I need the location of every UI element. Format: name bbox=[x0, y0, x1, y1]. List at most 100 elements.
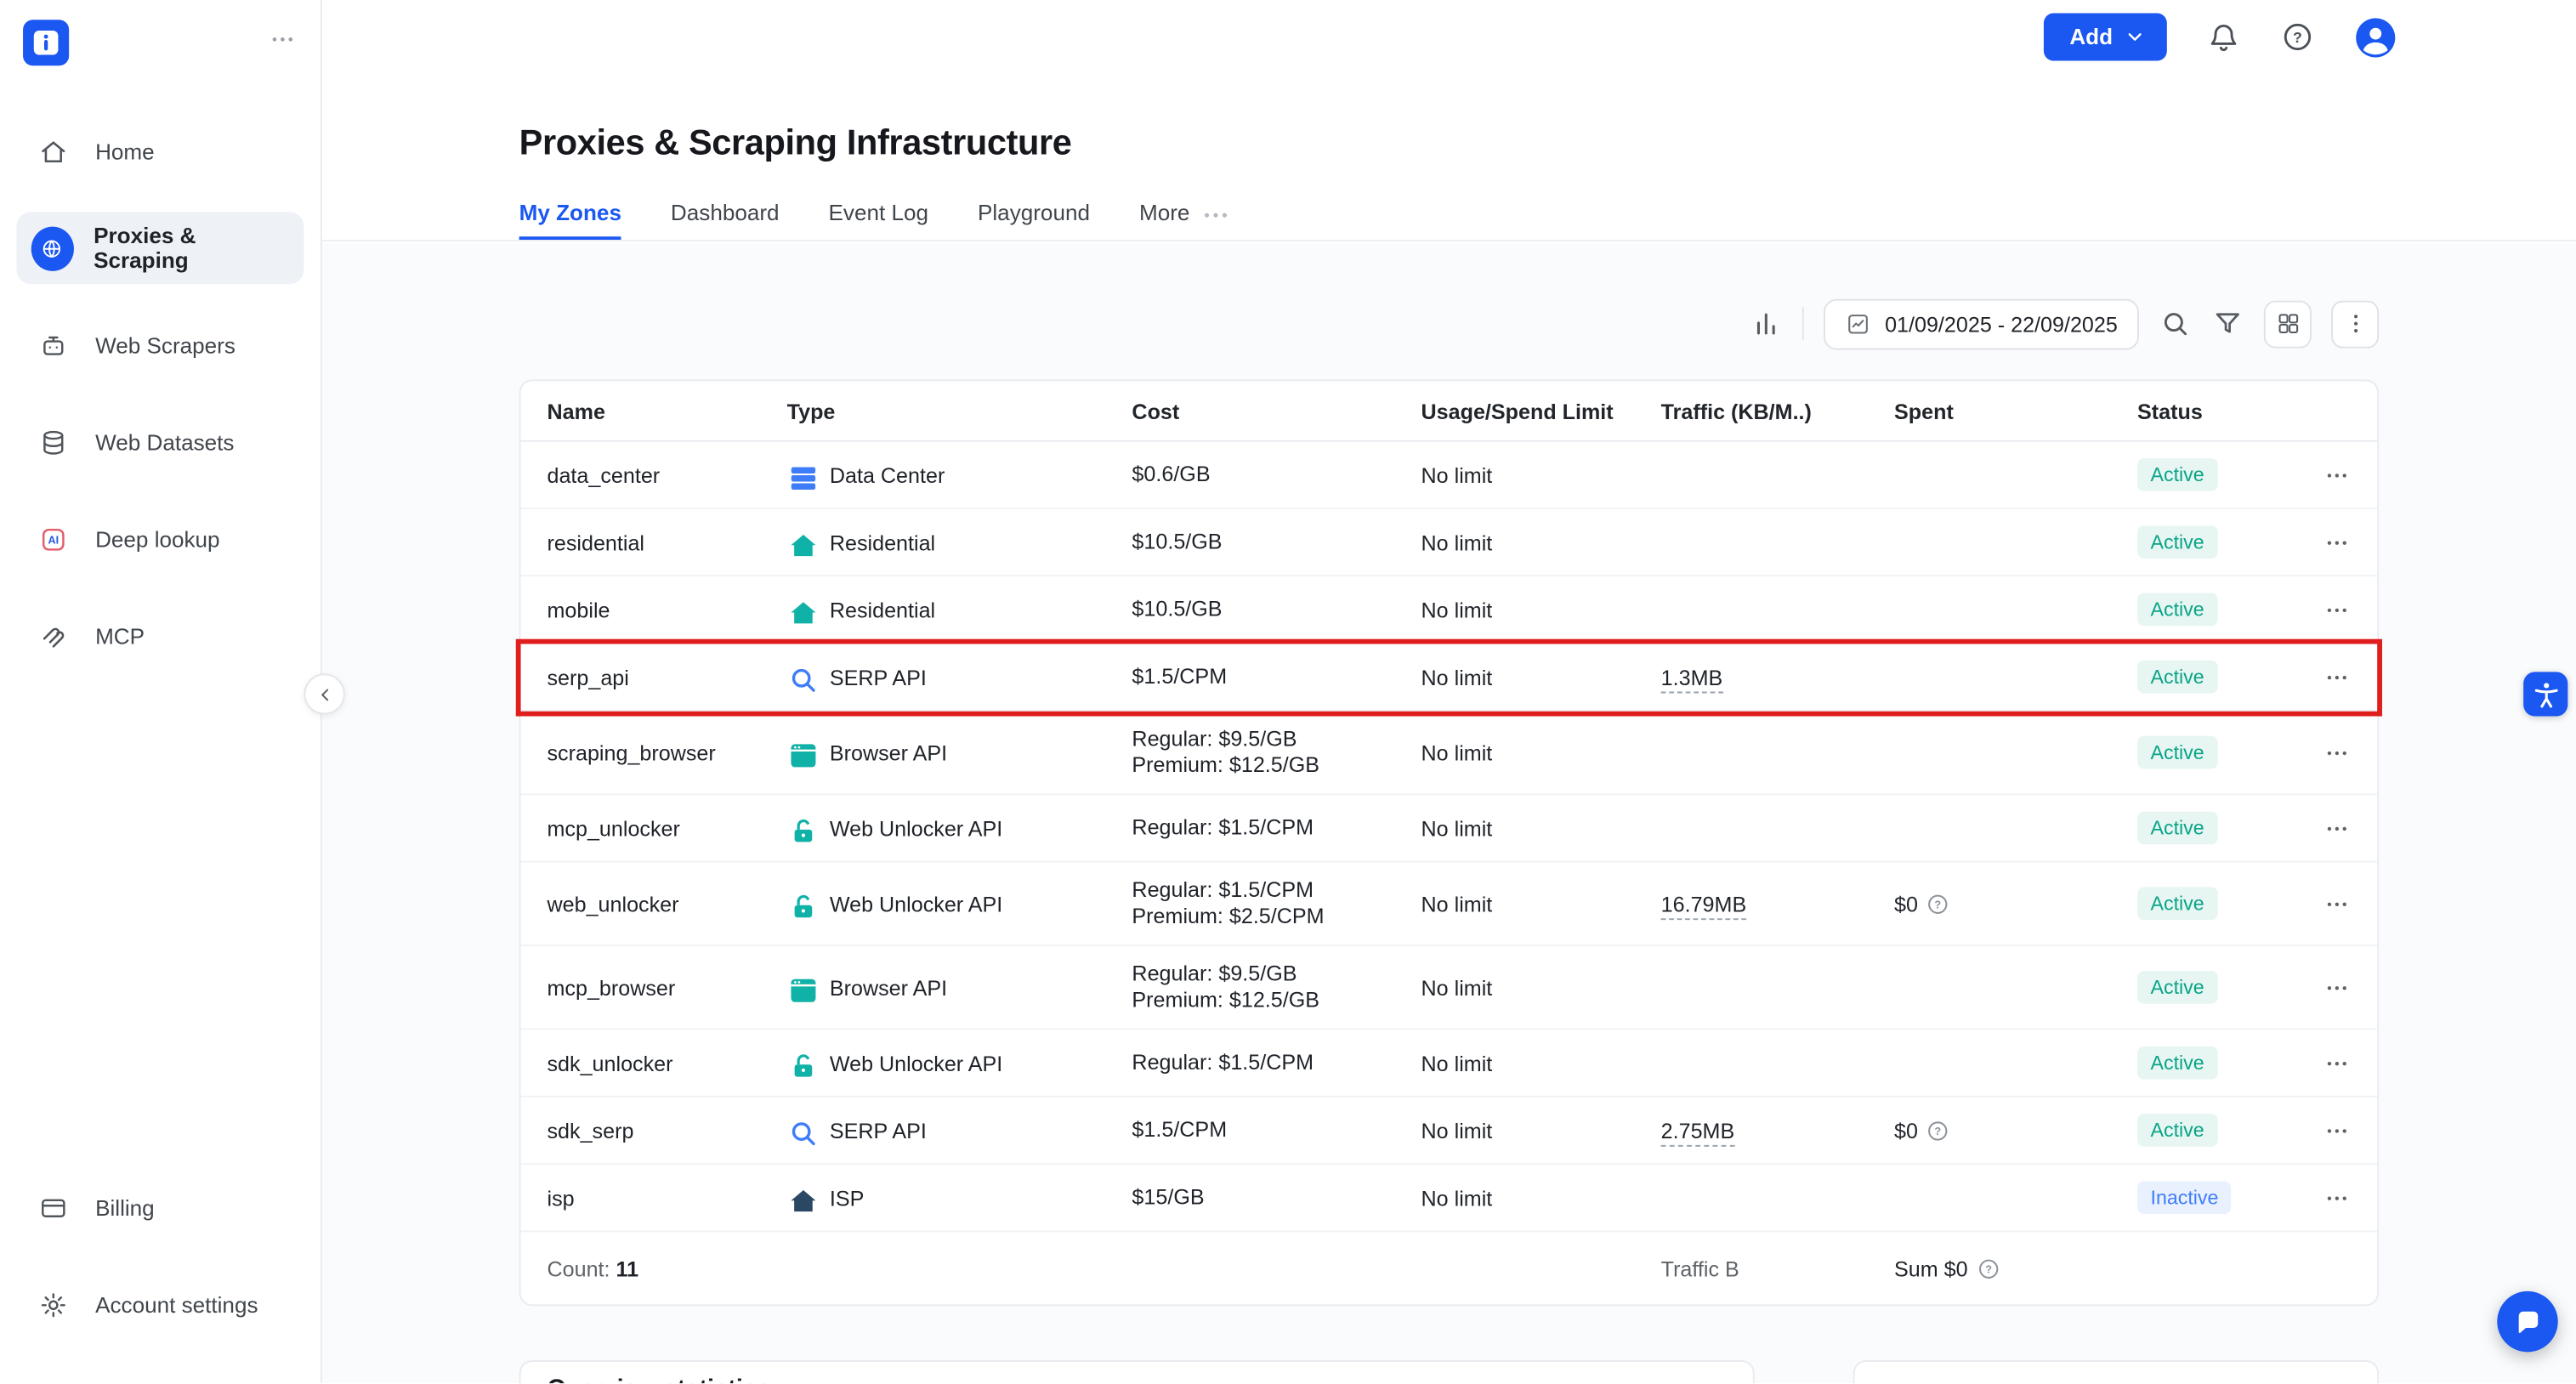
table-row-mobile[interactable]: mobileResidential$10.5/GBNo limitActive bbox=[521, 576, 2378, 644]
row-menu-button[interactable] bbox=[2323, 663, 2351, 691]
status-badge: Active bbox=[2137, 1114, 2217, 1147]
bottom-card-left: Overview statistics bbox=[519, 1360, 1755, 1383]
ellipsis-icon bbox=[2323, 1183, 2351, 1211]
zone-name: residential bbox=[547, 530, 786, 554]
billing-icon bbox=[31, 1185, 76, 1229]
sidebar-item-home[interactable]: Home bbox=[16, 115, 304, 187]
chart-view-button[interactable] bbox=[1750, 307, 1784, 340]
date-range-button[interactable]: 01/09/2025 - 22/09/2025 bbox=[1824, 298, 2139, 349]
zone-limit: No limit bbox=[1421, 1185, 1661, 1210]
status-badge: Active bbox=[2137, 661, 2217, 694]
more-tabs-icon bbox=[1200, 199, 1226, 225]
customize-view-button[interactable] bbox=[2264, 300, 2312, 348]
svg-text:?: ? bbox=[1935, 899, 1942, 910]
filter-icon bbox=[2211, 307, 2244, 340]
ellipsis-icon bbox=[2323, 595, 2351, 623]
sidebar-menu-button[interactable] bbox=[268, 24, 298, 61]
zones-table: NameTypeCostUsage/Spend LimitTraffic (KB… bbox=[519, 379, 2379, 1306]
filter-button[interactable] bbox=[2211, 307, 2244, 340]
unlocker-type-icon bbox=[787, 814, 815, 842]
toolbar-divider bbox=[1802, 307, 1804, 340]
column-header-status: Status bbox=[2137, 399, 2308, 423]
table-row-sdk_unlocker[interactable]: sdk_unlockerWeb Unlocker APIRegular: $1.… bbox=[521, 1030, 2378, 1098]
table-row-sdk_serp[interactable]: sdk_serpSERP API$1.5/CPMNo limit2.75MB$0… bbox=[521, 1098, 2378, 1165]
zone-traffic-link[interactable]: 1.3MB bbox=[1661, 665, 1723, 693]
tab-label: More bbox=[1139, 200, 1189, 224]
row-menu-button[interactable] bbox=[2323, 814, 2351, 842]
row-menu-button[interactable] bbox=[2323, 1049, 2351, 1077]
table-row-data_center[interactable]: data_centerData Center$0.6/GBNo limitAct… bbox=[521, 442, 2378, 509]
zone-type: Web Unlocker API bbox=[830, 1051, 1002, 1075]
status-badge: Active bbox=[2137, 887, 2217, 920]
row-menu-button[interactable] bbox=[2323, 595, 2351, 623]
row-menu-button[interactable] bbox=[2323, 739, 2351, 767]
question-icon[interactable]: ? bbox=[1926, 891, 1951, 916]
zone-traffic-link[interactable]: 16.79MB bbox=[1661, 891, 1747, 919]
zone-type: Browser API bbox=[830, 740, 947, 765]
tab-label: Event Log bbox=[829, 200, 928, 224]
row-menu-button[interactable] bbox=[2323, 889, 2351, 917]
bottom-card-right bbox=[1853, 1360, 2379, 1383]
help-button[interactable]: ? bbox=[2280, 20, 2315, 54]
row-menu-button[interactable] bbox=[2323, 973, 2351, 1001]
zone-traffic-link[interactable]: 2.75MB bbox=[1661, 1118, 1735, 1146]
sidebar-item-account-settings[interactable]: Account settings bbox=[16, 1268, 304, 1341]
column-header-spent: Spent bbox=[1894, 399, 2137, 423]
screenshot-root: Home Proxies & Scraping Web Scrapers Web Da… bbox=[0, 0, 2576, 1383]
column-header-type: Type bbox=[787, 399, 1132, 423]
sidebar-item-deep-lookup[interactable]: AIDeep lookup bbox=[16, 502, 304, 575]
tab-more[interactable]: More bbox=[1139, 199, 1226, 240]
date-range-label: 01/09/2025 - 22/09/2025 bbox=[1885, 311, 2118, 336]
logo-icon bbox=[26, 23, 65, 62]
table-row-web_unlocker[interactable]: web_unlockerWeb Unlocker APIRegular: $1.… bbox=[521, 863, 2378, 947]
row-menu-button[interactable] bbox=[2323, 461, 2351, 489]
table-footer: Count: 11 Traffic B Sum $0 ? bbox=[521, 1232, 2378, 1304]
app-logo[interactable] bbox=[23, 20, 69, 65]
ellipsis-icon bbox=[2323, 663, 2351, 691]
row-menu-button[interactable] bbox=[2323, 1183, 2351, 1211]
table-menu-button[interactable] bbox=[2331, 300, 2379, 348]
table-row-isp[interactable]: ispISP$15/GBNo limitInactive bbox=[521, 1165, 2378, 1232]
table-row-residential[interactable]: residentialResidential$10.5/GBNo limitAc… bbox=[521, 509, 2378, 576]
tab-label: My Zones bbox=[519, 200, 621, 224]
ellipsis-icon bbox=[2323, 528, 2351, 556]
zone-limit: No limit bbox=[1421, 975, 1661, 1000]
tab-event-log[interactable]: Event Log bbox=[829, 199, 928, 240]
mcp-icon bbox=[31, 614, 76, 658]
tab-my-zones[interactable]: My Zones bbox=[519, 199, 621, 240]
table-row-mcp_unlocker[interactable]: mcp_unlockerWeb Unlocker APIRegular: $1.… bbox=[521, 795, 2378, 862]
zone-type: SERP API bbox=[830, 665, 927, 689]
search-button[interactable] bbox=[2159, 307, 2192, 340]
sidebar-item-web-datasets[interactable]: Web Datasets bbox=[16, 406, 304, 478]
question-icon[interactable]: ? bbox=[1926, 1118, 1951, 1143]
column-header-cost: Cost bbox=[1132, 399, 1421, 423]
unlocker-type-icon bbox=[787, 1049, 815, 1077]
sidebar-item-web-scrapers[interactable]: Web Scrapers bbox=[16, 309, 304, 381]
sidebar-bottom-nav: Billing Account settings bbox=[16, 1171, 304, 1341]
table-row-serp_api[interactable]: serp_apiSERP API$1.5/CPMNo limit1.3MBAct… bbox=[521, 644, 2378, 712]
sidebar-item-mcp[interactable]: MCP bbox=[16, 599, 304, 672]
tab-dashboard[interactable]: Dashboard bbox=[671, 199, 780, 240]
question-icon[interactable]: ? bbox=[1976, 1256, 2000, 1280]
row-menu-button[interactable] bbox=[2323, 528, 2351, 556]
accessibility-widget-button[interactable] bbox=[2523, 672, 2567, 716]
tab-label: Dashboard bbox=[671, 200, 780, 224]
serp-type-icon bbox=[787, 1116, 815, 1144]
chat-button[interactable] bbox=[2497, 1291, 2557, 1352]
ellipsis-icon bbox=[268, 24, 298, 54]
residential-type-icon bbox=[787, 595, 815, 623]
spend-summary: Sum $0 ? bbox=[1894, 1256, 2137, 1280]
sidebar-item-billing[interactable]: Billing bbox=[16, 1171, 304, 1244]
sidebar-collapse-button[interactable] bbox=[304, 673, 344, 714]
table-row-mcp_browser[interactable]: mcp_browserBrowser APIRegular: $9.5/GBPr… bbox=[521, 946, 2378, 1030]
row-menu-button[interactable] bbox=[2323, 1116, 2351, 1144]
tab-playground[interactable]: Playground bbox=[978, 199, 1090, 240]
zone-cost: Regular: $1.5/CPM bbox=[1132, 1035, 1421, 1091]
zone-name: serp_api bbox=[547, 665, 786, 689]
table-row-scraping_browser[interactable]: scraping_browserBrowser APIRegular: $9.5… bbox=[521, 712, 2378, 796]
sidebar-item-proxies-scraping[interactable]: Proxies & Scraping bbox=[16, 212, 304, 284]
svg-text:?: ? bbox=[2293, 29, 2302, 46]
user-avatar[interactable] bbox=[2354, 15, 2397, 58]
notifications-button[interactable] bbox=[2206, 20, 2241, 54]
add-button[interactable]: Add bbox=[2043, 13, 2166, 60]
